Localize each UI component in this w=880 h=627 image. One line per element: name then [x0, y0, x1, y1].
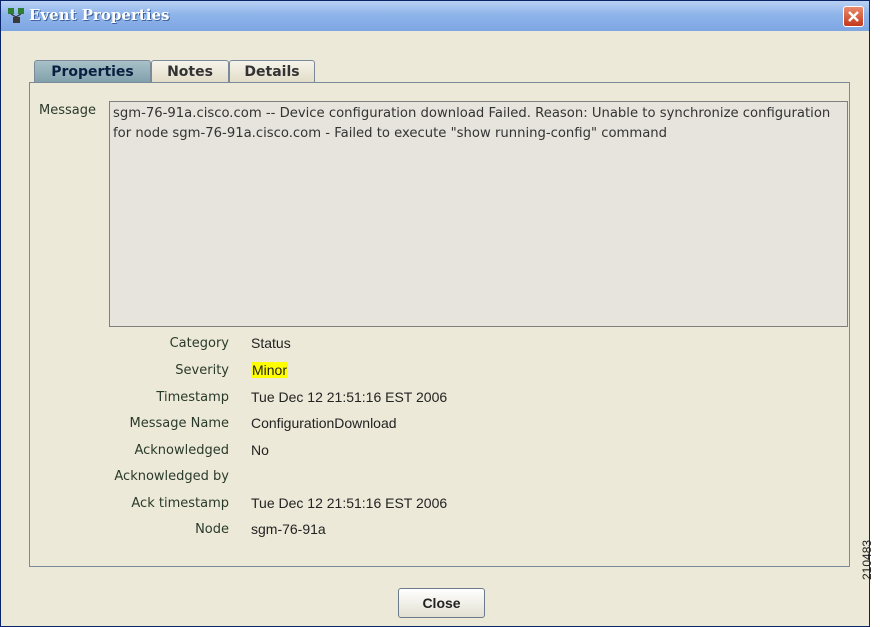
node-value: sgm-76-91a	[251, 521, 326, 537]
severity-value: Minor	[251, 362, 289, 378]
acknowledged-label: Acknowledged	[134, 443, 229, 458]
timestamp-value: Tue Dec 12 21:51:16 EST 2006	[251, 389, 448, 405]
network-nodes-icon	[7, 7, 25, 25]
message-text-area[interactable]: sgm-76-91a.cisco.com -- Device configura…	[109, 101, 848, 327]
message-name-value: ConfigurationDownload	[251, 415, 397, 431]
tab-details[interactable]: Details	[229, 60, 315, 83]
timestamp-label: Timestamp	[156, 390, 229, 405]
event-properties-window: Event Properties Properties Notes Detail…	[0, 0, 870, 627]
acknowledged-value: No	[251, 442, 269, 458]
tab-notes[interactable]: Notes	[151, 60, 229, 83]
acknowledged-by-label: Acknowledged by	[114, 469, 229, 484]
close-icon[interactable]	[843, 6, 864, 27]
ack-timestamp-label: Ack timestamp	[131, 496, 229, 511]
close-button[interactable]: Close	[398, 588, 485, 618]
category-value: Status	[251, 335, 291, 351]
message-label: Message	[39, 103, 96, 118]
message-name-label: Message Name	[129, 416, 229, 431]
category-label: Category	[169, 336, 229, 351]
ack-timestamp-value: Tue Dec 12 21:51:16 EST 2006	[251, 495, 448, 511]
title-bar[interactable]: Event Properties	[1, 1, 869, 31]
window-title: Event Properties	[29, 6, 170, 24]
tab-properties[interactable]: Properties	[34, 60, 151, 83]
severity-label: Severity	[175, 363, 229, 378]
node-label: Node	[195, 522, 229, 537]
figure-code: 210483	[860, 539, 874, 580]
